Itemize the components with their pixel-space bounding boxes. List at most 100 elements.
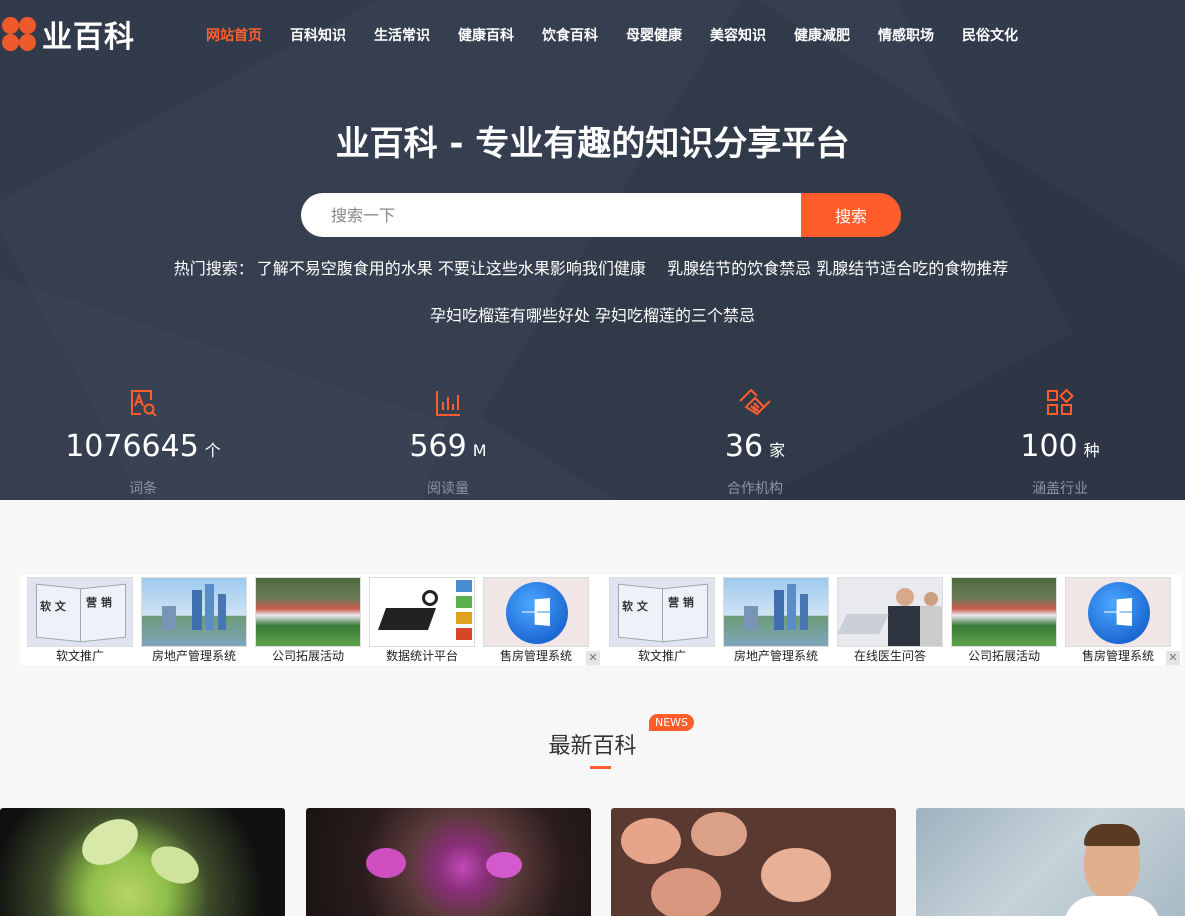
nav-item-emotion-career[interactable]: 情感职场 bbox=[878, 22, 934, 50]
card-image-person bbox=[1064, 896, 1160, 916]
card-image-cactus-flower bbox=[366, 848, 406, 878]
hot-search-label: 热门搜索： bbox=[173, 259, 254, 278]
page-title: 业百科 - 专业有趣的知识分享平台 bbox=[335, 124, 850, 164]
bar-chart-icon bbox=[323, 386, 573, 420]
stat-unit: 种 bbox=[1083, 441, 1100, 460]
article-card[interactable] bbox=[611, 808, 896, 916]
stat-reads: 569 M 阅读量 bbox=[323, 386, 573, 498]
stat-value: 1076645 bbox=[65, 429, 199, 464]
stat-partners: 36 家 合作机构 bbox=[630, 386, 880, 498]
ad-item[interactable]: 售房管理系统 bbox=[1065, 577, 1171, 663]
card-image-succulent bbox=[621, 818, 681, 864]
hot-search-line: 热门搜索： 了解不易空腹食用的水果 不要让这些水果影响我们健康 乳腺结节的饮食禁忌… bbox=[0, 255, 1185, 279]
card-image-succulent bbox=[691, 812, 747, 856]
hot-search-link[interactable]: 乳腺结节的饮食禁忌 乳腺结节适合吃的食物推荐 bbox=[667, 259, 1008, 278]
ad-close-icon[interactable]: ✕ bbox=[1166, 651, 1180, 665]
ad-book-text: 营 销 bbox=[86, 596, 112, 609]
nav-item-health[interactable]: 健康百科 bbox=[458, 22, 514, 50]
ad-book-text: 软 文 bbox=[40, 600, 66, 613]
ad-caption: 软文推广 bbox=[637, 649, 686, 663]
ad-item[interactable]: 软 文 营 销 软文推广 bbox=[609, 577, 715, 663]
ad-group: 软 文 营 销 软文推广 房地产管理系统 在线医生问答 公司拓展活动 售房管理系… bbox=[602, 575, 1182, 665]
logo-mark-icon bbox=[0, 15, 38, 53]
nav-item-home[interactable]: 网站首页 bbox=[206, 22, 262, 50]
ad-item[interactable]: 数据统计平台 bbox=[369, 577, 475, 663]
ad-strip: 软 文 营 销 软文推广 房地产管理系统 公司拓展活动 数据统计平台 售房管理系… bbox=[20, 575, 1182, 665]
ad-team-image bbox=[951, 577, 1057, 647]
section-title: 最新百科 bbox=[548, 734, 637, 759]
ad-group: 软 文 营 销 软文推广 房地产管理系统 公司拓展活动 数据统计平台 售房管理系… bbox=[20, 575, 600, 665]
ad-caption: 售房管理系统 bbox=[1081, 649, 1154, 663]
ad-item[interactable]: 公司拓展活动 bbox=[255, 577, 361, 663]
ad-caption: 在线医生问答 bbox=[853, 649, 926, 663]
nav-item-life-tips[interactable]: 生活常识 bbox=[374, 22, 430, 50]
ad-windows-image bbox=[1065, 577, 1171, 647]
ad-caption: 软文推广 bbox=[55, 649, 104, 663]
stat-industries: 100 种 涵盖行业 bbox=[935, 386, 1185, 498]
search-input[interactable] bbox=[301, 193, 801, 237]
logo-text: 业百科 bbox=[42, 20, 135, 55]
article-card[interactable] bbox=[0, 808, 285, 916]
nav-item-encyclopedia[interactable]: 百科知识 bbox=[290, 22, 346, 50]
stat-unit: 家 bbox=[769, 441, 786, 460]
card-image-succulent bbox=[74, 809, 146, 875]
ad-team-image bbox=[255, 577, 361, 647]
stat-unit: M bbox=[472, 441, 487, 460]
stat-unit: 个 bbox=[204, 441, 221, 460]
ad-book-image: 软 文 营 销 bbox=[27, 577, 133, 647]
stat-label: 涵盖行业 bbox=[1032, 481, 1088, 497]
hot-search-line: 孕妇吃榴莲有哪些好处 孕妇吃榴莲的三个禁忌 bbox=[0, 302, 1185, 326]
card-image-succulent bbox=[761, 848, 831, 902]
ad-item[interactable]: 房地产管理系统 bbox=[723, 577, 829, 663]
card-image-succulent bbox=[651, 868, 721, 916]
ad-book-text: 软 文 bbox=[622, 600, 648, 613]
hot-search-link[interactable]: 孕妇吃榴莲有哪些好处 孕妇吃榴莲的三个禁忌 bbox=[430, 306, 755, 325]
categories-icon bbox=[935, 386, 1185, 420]
stat-label: 阅读量 bbox=[427, 481, 469, 497]
hero-banner: 业百科 网站首页 百科知识 生活常识 健康百科 饮食百科 母婴健康 美容知识 健… bbox=[0, 0, 1185, 500]
ad-caption: 数据统计平台 bbox=[385, 649, 458, 663]
main-nav: 网站首页 百科知识 生活常识 健康百科 饮食百科 母婴健康 美容知识 健康减肥 … bbox=[192, 22, 1032, 50]
ad-city-image bbox=[141, 577, 247, 647]
stats-row: 1076645 个 词条 569 M 阅读量 36 家 合作机构 100 种 涵… bbox=[0, 386, 1185, 498]
article-card[interactable] bbox=[306, 808, 591, 916]
ad-caption: 售房管理系统 bbox=[499, 649, 572, 663]
stat-value: 36 bbox=[724, 429, 764, 464]
ad-item[interactable]: 公司拓展活动 bbox=[951, 577, 1057, 663]
section-underline bbox=[590, 766, 611, 769]
card-image-succulent bbox=[145, 839, 205, 891]
ad-item[interactable]: 软 文 营 销 软文推广 bbox=[27, 577, 133, 663]
nav-item-diet[interactable]: 饮食百科 bbox=[542, 22, 598, 50]
ad-caption: 公司拓展活动 bbox=[271, 649, 344, 663]
ad-close-icon[interactable]: ✕ bbox=[586, 651, 600, 665]
handshake-icon bbox=[630, 386, 880, 420]
search-document-icon bbox=[18, 386, 268, 420]
card-image-person bbox=[1084, 824, 1140, 846]
nav-item-folk-culture[interactable]: 民俗文化 bbox=[962, 22, 1018, 50]
ad-caption: 公司拓展活动 bbox=[967, 649, 1040, 663]
article-card[interactable] bbox=[916, 808, 1185, 916]
card-image-cactus-flower bbox=[486, 852, 522, 878]
ad-book-image: 软 文 营 销 bbox=[609, 577, 715, 647]
news-badge: NEWS bbox=[649, 714, 695, 731]
search-button[interactable]: 搜索 bbox=[801, 193, 901, 237]
stat-value: 100 bbox=[1020, 429, 1078, 464]
nav-item-maternal[interactable]: 母婴健康 bbox=[626, 22, 682, 50]
nav-item-weight-loss[interactable]: 健康减肥 bbox=[794, 22, 850, 50]
ad-item[interactable]: 售房管理系统 bbox=[483, 577, 589, 663]
site-logo[interactable]: 业百科 bbox=[0, 14, 135, 55]
stat-label: 合作机构 bbox=[727, 481, 783, 497]
ad-doctor-image bbox=[837, 577, 943, 647]
stat-entries: 1076645 个 词条 bbox=[18, 386, 268, 498]
ad-caption: 房地产管理系统 bbox=[733, 649, 818, 663]
search-bar: 搜索 bbox=[301, 193, 901, 237]
ad-item[interactable]: 在线医生问答 bbox=[837, 577, 943, 663]
ad-windows-image bbox=[483, 577, 589, 647]
nav-item-beauty[interactable]: 美容知识 bbox=[710, 22, 766, 50]
ad-caption: 房地产管理系统 bbox=[151, 649, 236, 663]
stat-value: 569 bbox=[409, 429, 467, 464]
ad-book-text: 营 销 bbox=[668, 596, 694, 609]
hot-search-link[interactable]: 了解不易空腹食用的水果 不要让这些水果影响我们健康 bbox=[257, 259, 646, 278]
ad-city-image bbox=[723, 577, 829, 647]
ad-item[interactable]: 房地产管理系统 bbox=[141, 577, 247, 663]
